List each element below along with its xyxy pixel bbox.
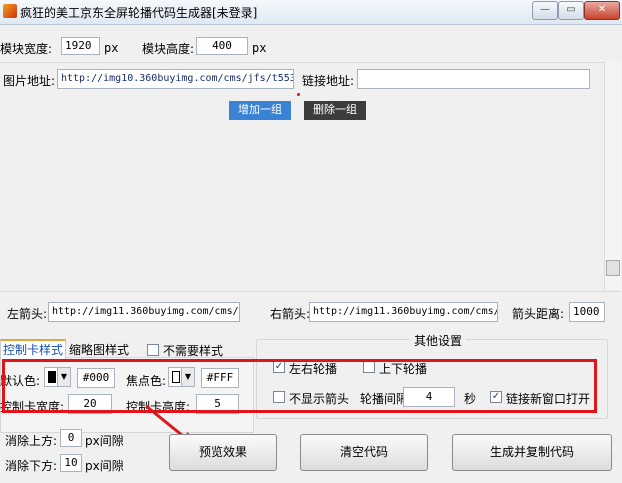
module-height-unit: px (252, 41, 267, 55)
link-url-input[interactable] (357, 69, 590, 89)
right-arrow-input[interactable]: http://img11.360buyimg.com/cms/j (309, 302, 498, 322)
red-dot-marker (297, 93, 300, 96)
maximize-button[interactable]: ▭ (558, 1, 584, 20)
arrow-distance-label: 箭头距离: (512, 307, 565, 321)
highlight-annotation-box (2, 359, 597, 413)
other-settings-title: 其他设置 (410, 332, 467, 349)
scrollbar-thumb[interactable] (606, 260, 620, 276)
left-arrow-input[interactable]: http://img11.360buyimg.com/cms/jf (48, 302, 240, 322)
gap-top-input[interactable]: 0 (60, 429, 82, 447)
delete-group-button[interactable]: 删除一组 (304, 101, 366, 120)
add-group-button[interactable]: 增加一组 (229, 101, 291, 120)
minimize-button[interactable]: — (532, 1, 558, 20)
module-height-label: 模块高度: (142, 42, 195, 56)
image-url-input[interactable]: http://img10.360buyimg.com/cms/jfs/t553/… (57, 69, 294, 89)
module-height-input[interactable]: 400 (196, 37, 248, 55)
preview-button[interactable]: 预览效果 (169, 434, 277, 471)
image-list-panel (0, 62, 620, 292)
app-logo-icon (3, 4, 17, 18)
no-style-checkbox[interactable] (147, 344, 159, 356)
module-width-label: 模块宽度: (0, 42, 53, 56)
tab-thumbnail-style[interactable]: 缩略图样式 (67, 341, 131, 359)
gap-bottom-label: 消除下方: (5, 459, 58, 473)
link-url-label: 链接地址: (302, 74, 355, 88)
clear-code-button[interactable]: 清空代码 (300, 434, 428, 471)
image-url-label: 图片地址: (3, 74, 56, 88)
gap-top-label: 消除上方: (5, 434, 58, 448)
right-arrow-label: 右箭头: (270, 307, 311, 321)
arrow-distance-input[interactable]: 1000 (569, 302, 605, 322)
generate-copy-button[interactable]: 生成并复制代码 (452, 434, 612, 471)
module-width-input[interactable]: 1920 (61, 37, 100, 55)
gap-top-unit: px间隙 (85, 434, 124, 448)
close-button[interactable]: ✕ (584, 1, 620, 20)
no-style-label: 不需要样式 (163, 344, 224, 358)
module-width-unit: px (104, 41, 119, 55)
panel-scrollbar[interactable] (604, 62, 621, 290)
left-arrow-label: 左箭头: (7, 307, 48, 321)
gap-bottom-input[interactable]: 10 (60, 454, 82, 472)
tab-control-card-style[interactable]: 控制卡样式 (0, 339, 67, 359)
window-title: 疯狂的美工京东全屏轮播代码生成器[未登录] (20, 6, 258, 20)
gap-bottom-unit: px间隙 (85, 459, 124, 473)
